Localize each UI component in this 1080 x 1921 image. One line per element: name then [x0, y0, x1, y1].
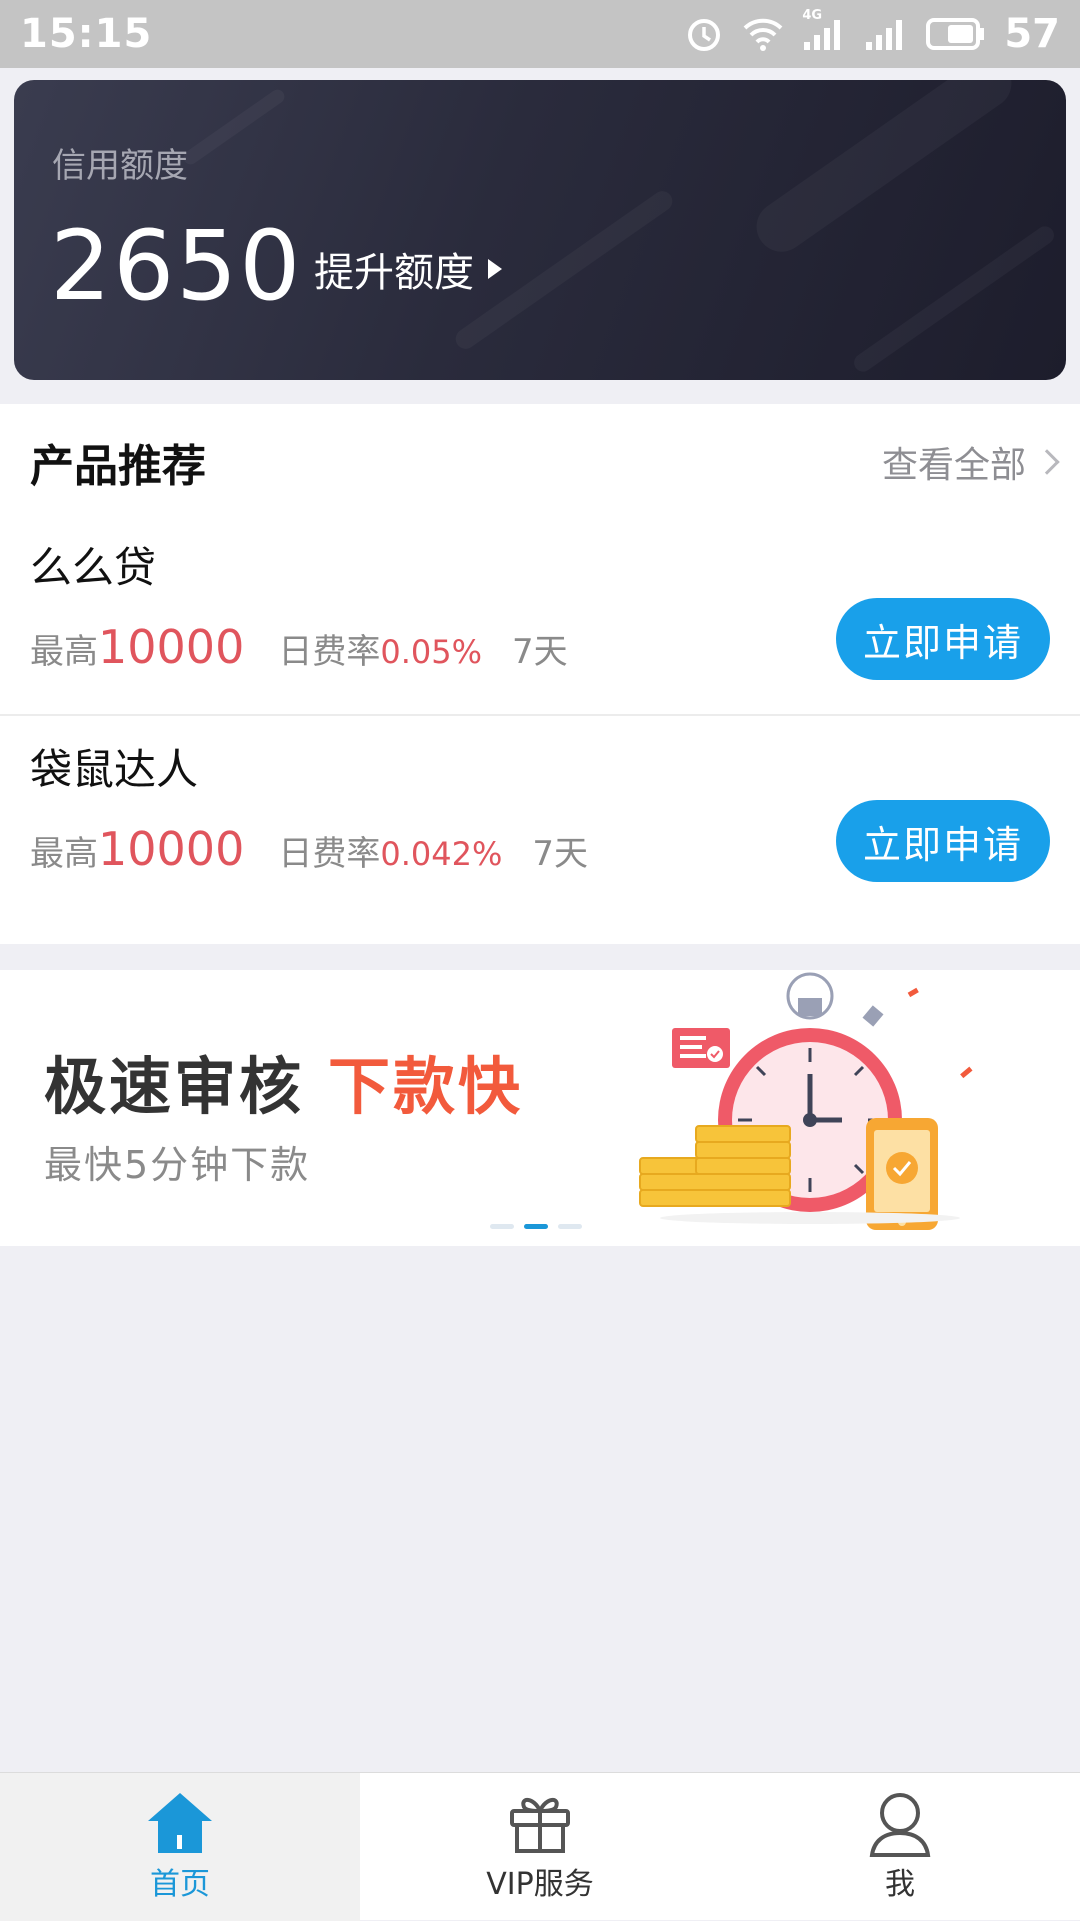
status-icons: 4G 57	[684, 8, 1060, 57]
product-item[interactable]: 袋鼠达人 最高 10000 日费率 0.042% 7天 立即申请	[0, 716, 1080, 944]
carousel-dot-active[interactable]	[524, 1224, 548, 1229]
tab-me-label: 我	[885, 1867, 915, 1902]
battery-icon	[926, 17, 986, 51]
tab-home[interactable]: 首页	[0, 1773, 360, 1921]
wifi-icon	[742, 16, 784, 52]
daily-rate-value: 0.042%	[380, 835, 503, 873]
card-decoration	[180, 86, 288, 168]
daily-rate-label: 日费率	[278, 834, 381, 874]
banner-headline-accent: 下款快	[328, 1050, 524, 1123]
max-amount-label: 最高	[30, 632, 98, 672]
raise-limit-label: 提升额度	[314, 250, 474, 296]
section-title: 产品推荐	[30, 441, 206, 492]
carousel-indicator	[490, 1224, 582, 1229]
gift-icon	[508, 1791, 572, 1859]
loan-term: 7天	[512, 632, 568, 672]
product-name: 么么贷	[30, 543, 157, 592]
signal-icon	[864, 16, 908, 52]
view-all-link[interactable]: 查看全部	[881, 436, 1060, 488]
credit-limit-label: 信用额度	[52, 146, 188, 186]
view-all-label: 查看全部	[881, 445, 1026, 486]
tab-vip-label: VIP服务	[486, 1867, 594, 1902]
tab-me[interactable]: 我	[720, 1773, 1080, 1921]
product-recommendations: 产品推荐 查看全部 么么贷 最高 10000 日费率 0.05% 7天 立即申请…	[0, 404, 1080, 944]
max-amount-value: 10000	[98, 620, 245, 674]
product-meta: 最高 10000 日费率 0.05% 7天	[30, 620, 568, 674]
carousel-dot[interactable]	[490, 1224, 514, 1229]
battery-level: 57	[1004, 11, 1060, 57]
credit-limit-amount: 2650	[50, 210, 303, 322]
product-item[interactable]: 么么贷 最高 10000 日费率 0.05% 7天 立即申请	[0, 514, 1080, 742]
banner-headline: 极速审核 下款快	[44, 1036, 523, 1126]
banner-headline-main: 极速审核	[44, 1050, 305, 1123]
home-icon	[146, 1791, 214, 1859]
promo-banner[interactable]: 极速审核 下款快 最快5分钟下款	[0, 970, 1080, 1246]
carousel-dot[interactable]	[558, 1224, 582, 1229]
tab-home-label: 首页	[150, 1867, 210, 1902]
card-decoration	[746, 80, 1022, 262]
network-type-label: 4G	[802, 8, 823, 23]
bottom-tab-bar: 首页 VIP服务 我	[0, 1772, 1080, 1921]
product-meta: 最高 10000 日费率 0.042% 7天	[30, 822, 588, 876]
stopwatch-illustration	[639, 972, 973, 1230]
daily-rate-value: 0.05%	[380, 633, 482, 671]
max-amount-label: 最高	[30, 834, 98, 874]
credit-limit-card: 信用额度 2650 提升额度	[14, 80, 1066, 380]
raise-limit-link[interactable]: 提升额度	[314, 240, 502, 298]
apply-now-button[interactable]: 立即申请	[836, 800, 1050, 882]
alarm-icon	[684, 14, 724, 54]
loan-term: 7天	[532, 834, 588, 874]
max-amount-value: 10000	[98, 822, 245, 876]
chevron-right-icon	[1034, 449, 1060, 475]
product-name: 袋鼠达人	[30, 745, 199, 794]
play-arrow-icon	[488, 259, 502, 279]
section-header: 产品推荐 查看全部	[0, 404, 1080, 514]
signal-4g-icon: 4G	[802, 8, 846, 52]
user-icon	[868, 1791, 932, 1863]
banner-subtitle: 最快5分钟下款	[44, 1143, 311, 1187]
tab-vip[interactable]: VIP服务	[360, 1773, 720, 1921]
daily-rate-label: 日费率	[278, 632, 381, 672]
status-time: 15:15	[20, 11, 153, 57]
status-bar: 15:15 4G 57	[0, 0, 1080, 68]
card-decoration	[850, 222, 1058, 376]
apply-now-button[interactable]: 立即申请	[836, 598, 1050, 680]
